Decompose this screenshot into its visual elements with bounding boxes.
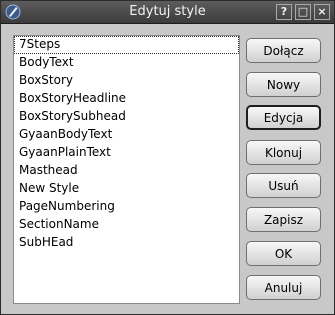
help-icon[interactable]: ?: [276, 4, 292, 20]
dialog-body: 7Steps BodyText BoxStory BoxStoryHeadlin…: [1, 24, 334, 314]
title-bar[interactable]: Edytuj style ? □ ×: [1, 1, 334, 24]
list-item[interactable]: BoxStory: [14, 72, 239, 90]
maximize-icon[interactable]: □: [295, 4, 311, 20]
save-button[interactable]: Zapisz: [246, 207, 321, 232]
edit-styles-dialog: Edytuj style ? □ × 7Steps BodyText BoxSt…: [0, 0, 335, 315]
list-item[interactable]: SectionName: [14, 216, 239, 234]
new-button[interactable]: Nowy: [246, 72, 321, 97]
styles-list[interactable]: 7Steps BodyText BoxStory BoxStoryHeadlin…: [13, 35, 240, 304]
list-item[interactable]: BodyText: [14, 54, 239, 72]
list-item[interactable]: Masthead: [14, 162, 239, 180]
list-item[interactable]: 7Steps: [14, 36, 239, 54]
list-item[interactable]: GyaanBodyText: [14, 126, 239, 144]
ok-button[interactable]: OK: [246, 241, 321, 266]
append-button[interactable]: Dołącz: [246, 38, 321, 63]
list-item[interactable]: BoxStorySubhead: [14, 108, 239, 126]
edit-button[interactable]: Edycja: [246, 105, 321, 130]
cancel-button[interactable]: Anuluj: [246, 275, 321, 300]
list-item[interactable]: PageNumbering: [14, 198, 239, 216]
clone-button[interactable]: Klonuj: [246, 140, 321, 165]
list-item[interactable]: SubHEad: [14, 234, 239, 252]
delete-button[interactable]: Usuń: [246, 173, 321, 198]
list-item[interactable]: New Style: [14, 180, 239, 198]
close-icon[interactable]: ×: [314, 4, 330, 20]
list-item[interactable]: GyaanPlainText: [14, 144, 239, 162]
list-item[interactable]: BoxStoryHeadline: [14, 90, 239, 108]
